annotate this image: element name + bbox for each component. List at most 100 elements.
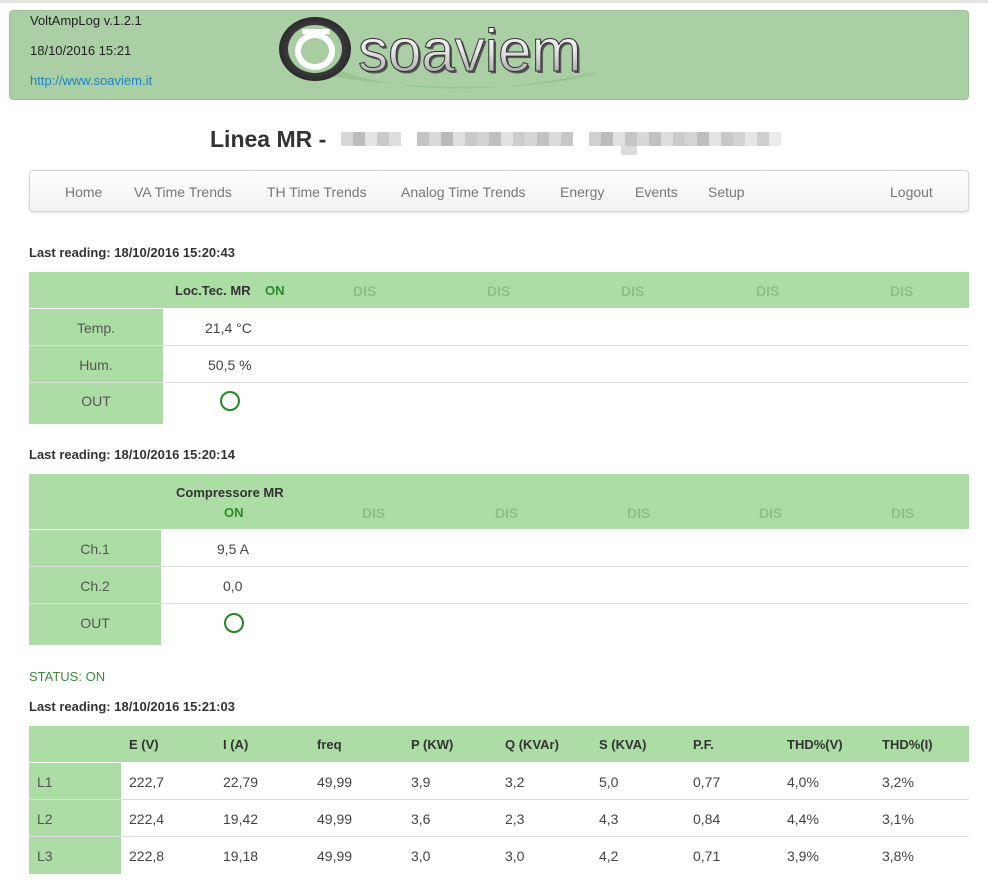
va-value-ch1: 9,5 A — [217, 541, 249, 557]
table-cell: 19,18 — [223, 848, 259, 864]
energy-label-l1: L1 — [29, 763, 121, 799]
table-cell: 49,99 — [317, 848, 353, 864]
table-cell: 222,4 — [129, 811, 165, 827]
va-dis-1: DIS — [362, 505, 386, 521]
soaviem-logo: soaviem soaviem — [279, 17, 600, 89]
col-pf: P.F. — [693, 737, 714, 752]
col-thd-v: THD%(V) — [787, 737, 843, 752]
energy-label-l3: L3 — [29, 837, 121, 874]
va-table-header: Compressore MR ON DIS DIS DIS DIS DIS — [29, 474, 969, 530]
energy-row-l2: L2 222,4 19,42 49,99 3,6 2,3 4,3 0,84 4,… — [29, 800, 969, 837]
va-dis-5: DIS — [891, 505, 915, 521]
table-cell: 4,3 — [599, 811, 619, 827]
va-dis-3: DIS — [627, 505, 651, 521]
col-freq: freq — [317, 737, 342, 752]
status-text: STATUS: ON — [29, 669, 106, 684]
va-label-ch2: Ch.2 — [29, 567, 161, 603]
th-label-temp: Temp. — [29, 309, 163, 345]
table-cell: 3,6 — [411, 811, 431, 827]
table-cell: 222,8 — [129, 848, 165, 864]
table-cell: 0,77 — [693, 774, 721, 790]
table-cell: 49,99 — [317, 811, 353, 827]
va-last-reading: Last reading: 18/10/2016 15:20:14 — [29, 447, 235, 462]
nav-home[interactable]: Home — [65, 184, 102, 200]
th-table-header: Loc.Tec. MR ON DIS DIS DIS DIS DIS — [29, 272, 969, 309]
table-cell: 22,79 — [223, 774, 259, 790]
table-cell: 3,8% — [882, 848, 914, 864]
nav-energy[interactable]: Energy — [560, 184, 604, 200]
table-cell: 3,9% — [787, 848, 819, 864]
th-row-temp: Temp. 21,4 °C — [29, 309, 969, 346]
energy-row-l3: L3 222,8 19,18 49,99 3,0 3,0 4,2 0,71 3,… — [29, 837, 969, 874]
nav-va-time-trends[interactable]: VA Time Trends — [134, 184, 232, 200]
th-device-name: Loc.Tec. MR — [175, 283, 251, 298]
th-row-hum: Hum. 50,5 % — [29, 346, 969, 383]
table-cell: 3,2% — [882, 774, 914, 790]
app-datetime: 18/10/2016 15:21 — [30, 43, 132, 58]
th-value-temp: 21,4 °C — [205, 320, 252, 336]
app-version: VoltAmpLog v.1.2.1 — [30, 13, 142, 28]
va-dis-4: DIS — [759, 505, 783, 521]
th-value-hum: 50,5 % — [208, 357, 252, 373]
table-cell: 0,84 — [693, 811, 721, 827]
col-s-kva: S (KVA) — [599, 737, 647, 752]
nav-logout[interactable]: Logout — [890, 184, 933, 200]
va-value-ch2: 0,0 — [223, 578, 243, 594]
nav-th-time-trends[interactable]: TH Time Trends — [267, 184, 367, 200]
th-device-state: ON — [265, 283, 285, 298]
nav-analog-time-trends[interactable]: Analog Time Trends — [401, 184, 526, 200]
va-out-indicator — [224, 613, 244, 633]
table-cell: 0,71 — [693, 848, 721, 864]
svg-text:soaviem: soaviem — [358, 17, 581, 84]
table-cell: 222,7 — [129, 774, 165, 790]
table-cell: 19,42 — [223, 811, 259, 827]
va-device-name: Compressore MR — [176, 485, 284, 500]
app-header: VoltAmpLog v.1.2.1 18/10/2016 15:21 http… — [9, 10, 969, 100]
col-thd-i: THD%(I) — [882, 737, 933, 752]
redacted-text — [341, 132, 781, 155]
th-row-out: OUT — [29, 383, 969, 424]
nav-setup[interactable]: Setup — [708, 184, 745, 200]
table-cell: 49,99 — [317, 774, 353, 790]
th-dis-3: DIS — [621, 283, 645, 299]
col-e-v: E (V) — [129, 737, 159, 752]
th-label-out: OUT — [29, 383, 163, 424]
th-out-indicator — [220, 391, 240, 411]
energy-table-header: E (V) I (A) freq P (KW) Q (KVAr) S (KVA)… — [29, 726, 969, 763]
table-cell: 4,4% — [787, 811, 819, 827]
th-label-hum: Hum. — [29, 346, 163, 382]
va-device-state: ON — [224, 505, 244, 520]
th-dis-2: DIS — [487, 283, 511, 299]
table-cell: 2,3 — [505, 811, 525, 827]
va-row-ch1: Ch.1 9,5 A — [29, 530, 969, 567]
nav-events[interactable]: Events — [635, 184, 678, 200]
va-label-ch1: Ch.1 — [29, 530, 161, 566]
table-cell: 4,0% — [787, 774, 819, 790]
va-row-ch2: Ch.2 0,0 — [29, 567, 969, 604]
va-label-out: OUT — [29, 604, 161, 645]
col-q-kvar: Q (KVAr) — [505, 737, 559, 752]
table-cell: 3,0 — [411, 848, 431, 864]
website-link[interactable]: http://www.soaviem.it — [30, 73, 152, 88]
page-title: Linea MR - — [210, 126, 327, 152]
va-row-out: OUT — [29, 604, 969, 645]
th-dis-4: DIS — [756, 283, 780, 299]
th-dis-5: DIS — [890, 283, 914, 299]
table-cell: 3,9 — [411, 774, 431, 790]
table-cell: 5,0 — [599, 774, 619, 790]
energy-last-reading: Last reading: 18/10/2016 15:21:03 — [29, 699, 235, 714]
energy-label-l2: L2 — [29, 800, 121, 836]
table-cell: 4,2 — [599, 848, 619, 864]
page-title-area: Linea MR - — [0, 126, 988, 156]
top-border — [0, 0, 988, 3]
energy-row-l1: L1 222,7 22,79 49,99 3,9 3,2 5,0 0,77 4,… — [29, 763, 969, 800]
th-last-reading: Last reading: 18/10/2016 15:20:43 — [29, 245, 235, 260]
table-cell: 3,0 — [505, 848, 525, 864]
va-dis-2: DIS — [495, 505, 519, 521]
table-cell: 3,2 — [505, 774, 525, 790]
table-cell: 3,1% — [882, 811, 914, 827]
col-i-a: I (A) — [223, 737, 249, 752]
col-p-kw: P (KW) — [411, 737, 454, 752]
main-navbar: Home VA Time Trends TH Time Trends Analo… — [29, 170, 969, 212]
th-dis-1: DIS — [353, 283, 377, 299]
